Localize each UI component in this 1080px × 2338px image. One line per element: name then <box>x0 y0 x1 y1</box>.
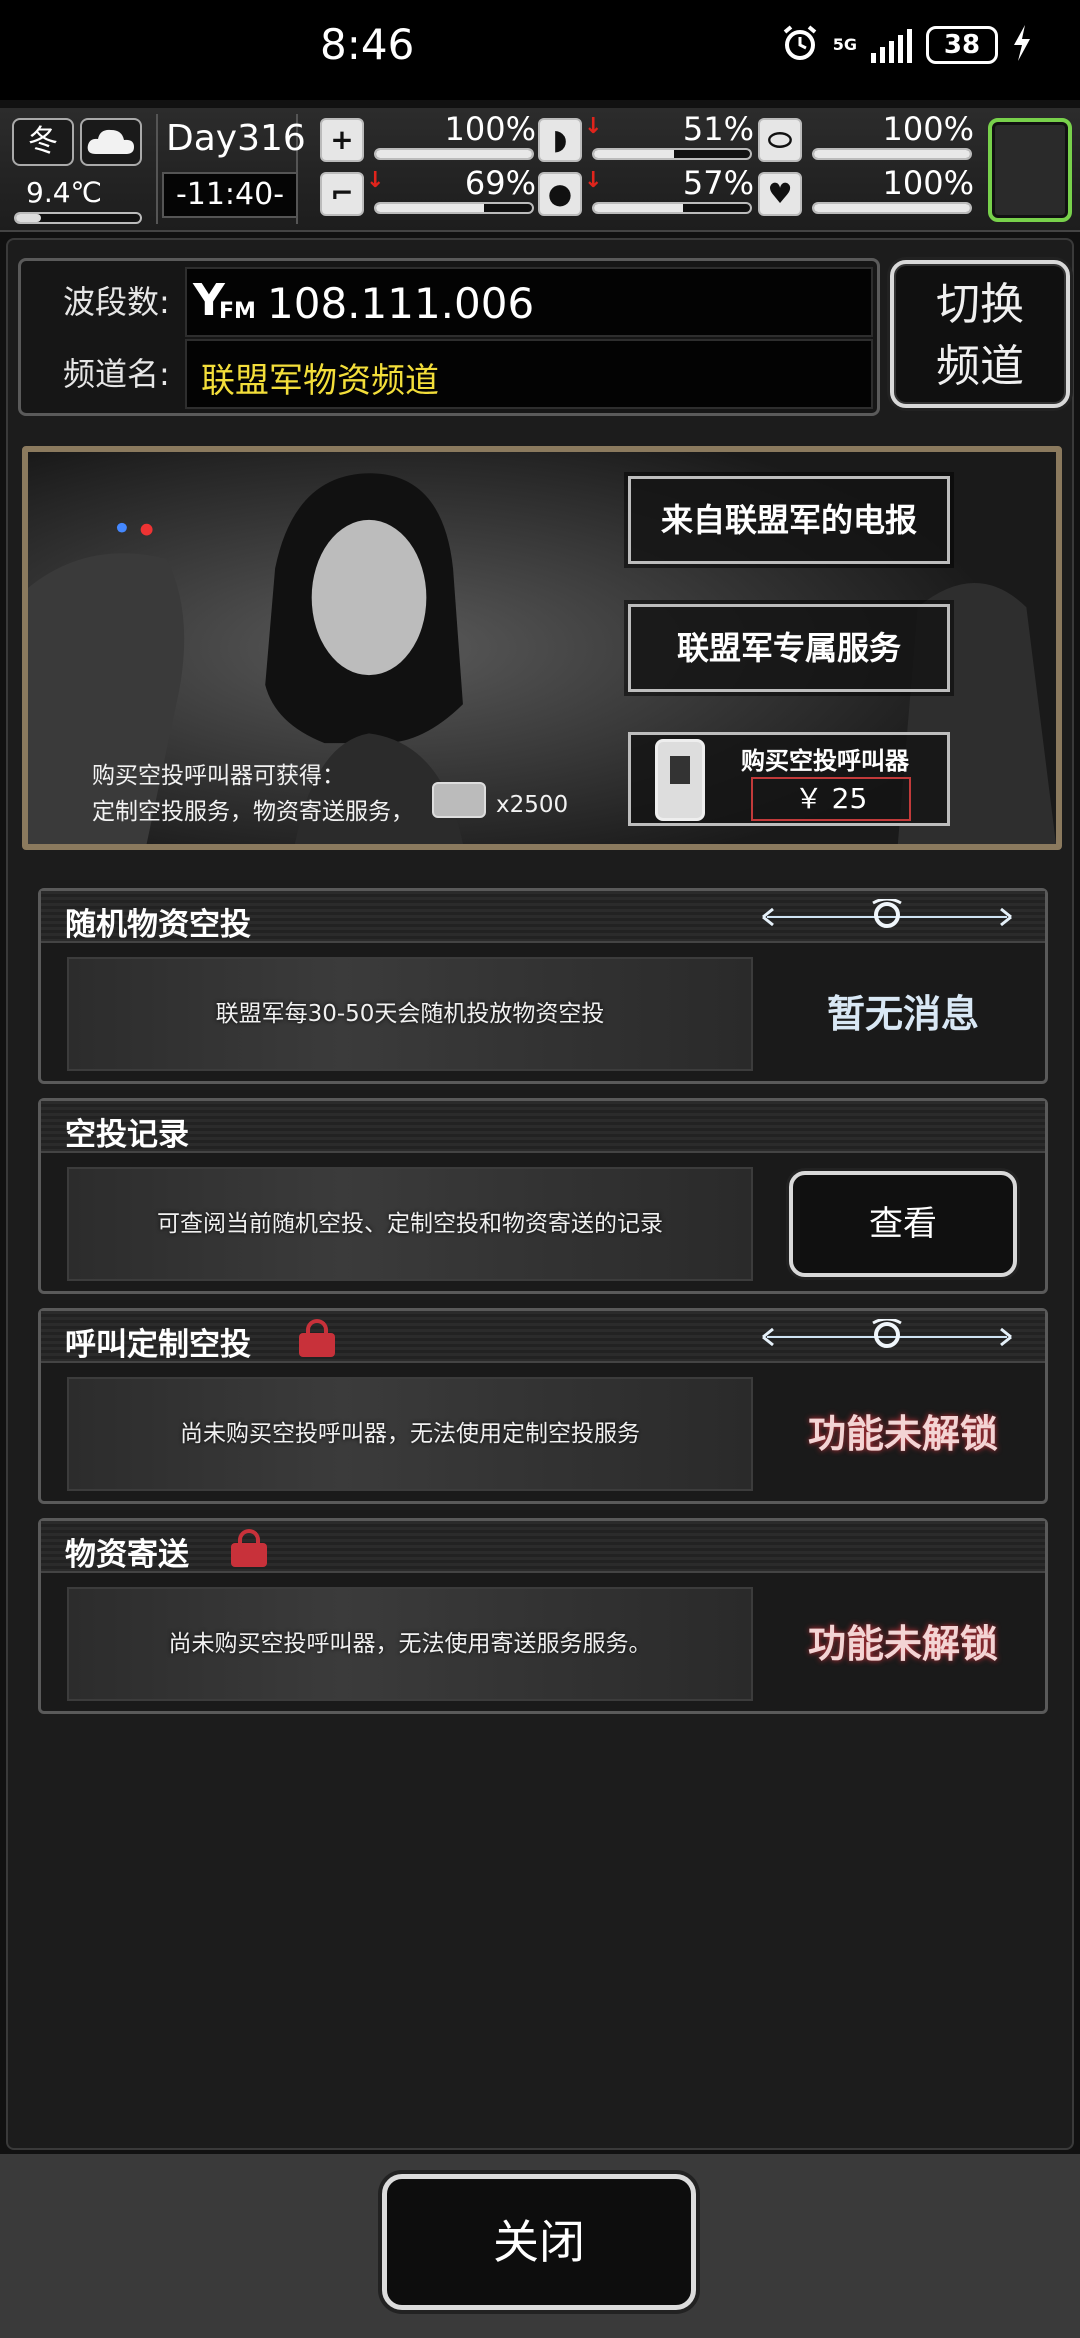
stat-hunger[interactable]: ◗ ↓ 51% <box>538 110 756 168</box>
radio-caller-icon <box>655 739 705 821</box>
section-description: 联盟军每30-50天会随机投放物资空投 <box>215 1001 605 1027</box>
stat-value: 51% <box>682 110 754 148</box>
airdrop-status: 暂无消息 <box>826 992 979 1036</box>
stat-bar <box>592 148 752 160</box>
stat-value: 69% <box>464 164 536 202</box>
stat-bar <box>812 202 972 214</box>
charging-icon <box>1012 25 1032 65</box>
boot-icon: ⌐ <box>320 172 364 216</box>
section-description: 可查阅当前随机空投、定制空投和物资寄送的记录 <box>157 1211 663 1237</box>
channel-label: 频道名: <box>63 355 170 393</box>
alarm-icon <box>781 24 819 66</box>
record-image: 可查阅当前随机空投、定制空投和物资寄送的记录 <box>67 1167 753 1281</box>
banner-info-line1: 购买空投呼叫器可获得： <box>92 763 345 789</box>
custom-airdrop-status: 功能未解锁 <box>807 1412 998 1456</box>
equipment-slot[interactable] <box>988 118 1072 222</box>
stat-bar <box>374 202 534 214</box>
stat-value: 100% <box>444 110 536 148</box>
telegram-button[interactable]: 来自联盟军的电报 <box>628 476 950 564</box>
network-type: 5G <box>832 35 857 54</box>
survival-hud: 冬 9.4℃ Day316 -11:40- + 100% ◗ ↓ 51% ⬭ 1… <box>0 108 1080 232</box>
radio-panel: 波段数: Y FM 108.111.006 频道名: 联盟军物资频道 切换 频道 <box>6 238 1074 2150</box>
section-title: 空投记录 <box>65 1117 189 1153</box>
heart-icon: ♥ <box>758 172 802 216</box>
airplane-radar-icon <box>762 899 1012 928</box>
view-record-button[interactable]: 查看 <box>789 1171 1017 1277</box>
season-badge: 冬 <box>12 118 74 166</box>
channel-name: 联盟军物资频道 <box>201 361 439 401</box>
stat-value: 100% <box>882 164 974 202</box>
section-title: 呼叫定制空投 <box>65 1327 251 1363</box>
stat-bar <box>812 148 972 160</box>
banner-info-line2: 定制空投服务，物资寄送服务， <box>92 799 414 825</box>
band-display: Y FM 108.111.006 <box>185 267 873 337</box>
temperature-bar <box>14 212 142 224</box>
buy-caller-button[interactable]: 购买空投呼叫器 ￥ 25 <box>628 732 950 826</box>
section-description: 尚未购买空投呼叫器，无法使用寄送服务服务。 <box>168 1631 652 1657</box>
switch-channel-button[interactable]: 切换 频道 <box>890 260 1070 408</box>
section-custom-airdrop: 呼叫定制空投 尚未购买空投呼叫器，无法使用定制空投服务 功能未解锁 <box>38 1308 1048 1504</box>
band-value: 108.111.006 <box>267 279 535 328</box>
signal-icon <box>871 27 912 63</box>
section-header: 物资寄送 <box>41 1521 1045 1573</box>
delivery-status: 功能未解锁 <box>807 1622 998 1666</box>
exclusive-service-button[interactable]: 联盟军专属服务 <box>628 604 950 692</box>
status-time: 8:46 <box>320 20 415 69</box>
section-airdrop-record: 空投记录 可查阅当前随机空投、定制空投和物资寄送的记录 查看 <box>38 1098 1048 1294</box>
system-status-bar: 8:46 5G 38 <box>0 0 1080 100</box>
close-button[interactable]: 关闭 <box>382 2174 696 2310</box>
section-title: 随机物资空投 <box>65 907 251 943</box>
lock-icon <box>231 1529 267 1567</box>
stat-bar <box>592 202 752 214</box>
switch-line1: 切换 <box>936 279 1024 330</box>
buy-caller-label: 购买空投呼叫器 <box>741 747 909 775</box>
battery-icon: 38 <box>926 26 998 64</box>
lock-icon <box>299 1319 335 1357</box>
down-arrow-icon: ↓ <box>366 168 385 193</box>
bottom-bar: 关闭 <box>0 2154 1080 2338</box>
down-arrow-icon: ↓ <box>584 168 603 193</box>
section-title: 物资寄送 <box>65 1537 189 1573</box>
airdrop-image: 联盟军每30-50天会随机投放物资空投 <box>67 957 753 1071</box>
channel-display: 联盟军物资频道 <box>185 339 873 409</box>
stat-thirst[interactable]: ● ↓ 57% <box>538 164 756 222</box>
frequency-panel: 波段数: Y FM 108.111.006 频道名: 联盟军物资频道 <box>18 258 880 416</box>
band-prefix: FM <box>219 299 256 324</box>
section-header: 空投记录 <box>41 1101 1045 1153</box>
switch-line2: 频道 <box>936 341 1024 392</box>
section-description: 尚未购买空投呼叫器，无法使用定制空投服务 <box>180 1421 640 1447</box>
stat-mood[interactable]: ⬭ 100% <box>758 110 976 168</box>
weather-panel[interactable]: 冬 9.4℃ <box>8 114 143 226</box>
alliance-banner: 来自联盟军的电报 联盟军专属服务 购买空投呼叫器 ￥ 25 购买空投呼叫器可获得… <box>22 446 1062 850</box>
down-arrow-icon: ↓ <box>584 114 603 139</box>
stomach-icon: ◗ <box>538 118 582 162</box>
section-random-airdrop: 随机物资空投 联盟军每30-50天会随机投放物资空投 暂无消息 <box>38 888 1048 1084</box>
section-header: 随机物资空投 <box>41 891 1045 943</box>
water-drop-icon: ● <box>538 172 582 216</box>
medkit-icon: + <box>320 118 364 162</box>
custom-airdrop-image: 尚未购买空投呼叫器，无法使用定制空投服务 <box>67 1377 753 1491</box>
game-clock: -11:40- <box>162 172 298 218</box>
stat-bar <box>374 148 534 160</box>
section-delivery: 物资寄送 尚未购买空投呼叫器，无法使用寄送服务服务。 功能未解锁 <box>38 1518 1048 1714</box>
band-label: 波段数: <box>63 283 170 321</box>
section-header: 呼叫定制空投 <box>41 1311 1045 1363</box>
buy-caller-price: ￥ 25 <box>751 777 911 821</box>
stat-spirit[interactable]: ♥ 100% <box>758 164 976 222</box>
status-icons: 5G 38 <box>781 24 1032 66</box>
stat-value: 100% <box>882 110 974 148</box>
card-icon <box>432 782 486 818</box>
card-count: x2500 <box>496 792 569 818</box>
stat-health[interactable]: + 100% <box>320 110 538 168</box>
day-clock-panel: Day316 -11:40- <box>156 114 306 224</box>
capsule-icon: ⬭ <box>758 118 802 162</box>
day-counter: Day316 <box>166 118 306 159</box>
stat-stamina[interactable]: ⌐ ↓ 69% <box>320 164 538 222</box>
airplane-radar-icon <box>762 1319 1012 1348</box>
delivery-image: 尚未购买空投呼叫器，无法使用寄送服务服务。 <box>67 1587 753 1701</box>
temperature-value: 9.4℃ <box>26 176 102 209</box>
stat-value: 57% <box>682 164 754 202</box>
cloud-icon <box>80 118 142 166</box>
